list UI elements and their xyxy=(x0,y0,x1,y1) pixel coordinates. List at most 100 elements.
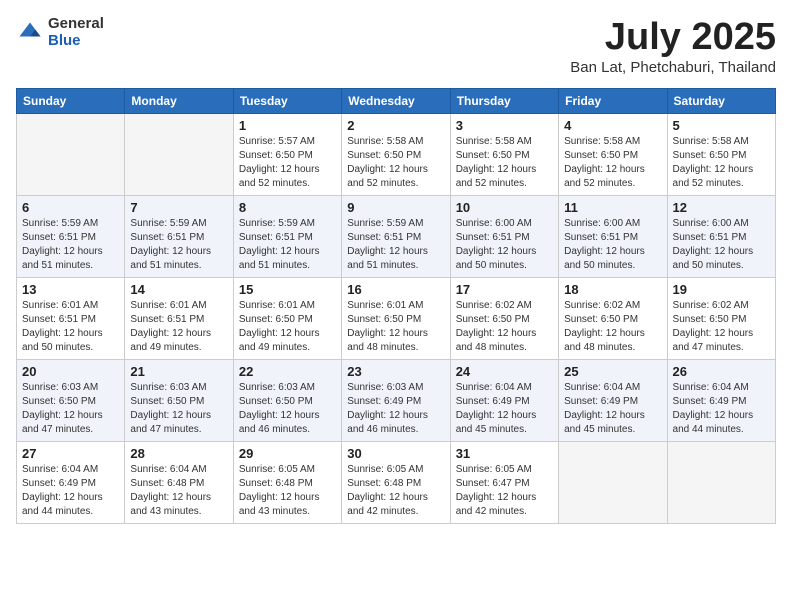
weekday-header: Monday xyxy=(125,89,233,114)
calendar-cell xyxy=(559,442,667,524)
day-info: Sunrise: 6:04 AMSunset: 6:48 PMDaylight:… xyxy=(130,463,227,519)
calendar-cell: 12Sunrise: 6:00 AMSunset: 6:51 PMDayligh… xyxy=(667,196,775,278)
calendar-cell: 17 Sunrise: 6:02 AMSunset: 6:50 PMDayligh… xyxy=(450,278,558,360)
calendar-cell: 31Sunrise: 6:05 AMSunset: 6:47 PMDayligh… xyxy=(450,442,558,524)
logo-text: General Blue xyxy=(48,16,104,49)
calendar-cell: 25 Sunrise: 6:04 AMSunset: 6:49 PMDayligh… xyxy=(559,360,667,442)
day-number: 15 xyxy=(239,282,336,297)
calendar-cell: 24 Sunrise: 6:04 AMSunset: 6:49 PMDayligh… xyxy=(450,360,558,442)
day-info: Sunrise: 6:02 AMSunset: 6:50 PMDaylight:… xyxy=(564,299,661,355)
calendar-cell: 6 Sunrise: 5:59 AMSunset: 6:51 PMDaylight… xyxy=(17,196,125,278)
calendar-cell: 18 Sunrise: 6:02 AMSunset: 6:50 PMDayligh… xyxy=(559,278,667,360)
weekday-header: Thursday xyxy=(450,89,558,114)
day-number: 10 xyxy=(456,200,553,215)
weekday-header: Sunday xyxy=(17,89,125,114)
day-number: 9 xyxy=(347,200,444,215)
weekday-header: Friday xyxy=(559,89,667,114)
day-number: 29 xyxy=(239,446,336,461)
calendar-cell: 21Sunrise: 6:03 AMSunset: 6:50 PMDayligh… xyxy=(125,360,233,442)
day-number: 26 xyxy=(673,364,770,379)
calendar-cell: 19 Sunrise: 6:02 AMSunset: 6:50 PMDayligh… xyxy=(667,278,775,360)
day-number: 20 xyxy=(22,364,119,379)
day-info: Sunrise: 5:59 AMSunset: 6:51 PMDaylight:… xyxy=(347,217,444,273)
day-number: 4 xyxy=(564,118,661,133)
day-number: 19 xyxy=(673,282,770,297)
day-info: Sunrise: 5:58 AMSunset: 6:50 PMDaylight:… xyxy=(347,135,444,191)
day-number: 1 xyxy=(239,118,336,133)
day-info: Sunrise: 5:58 AMSunset: 6:50 PMDaylight:… xyxy=(456,135,553,191)
day-number: 5 xyxy=(673,118,770,133)
calendar-cell: 4 Sunrise: 5:58 AMSunset: 6:50 PMDaylight… xyxy=(559,114,667,196)
day-number: 13 xyxy=(22,282,119,297)
day-number: 17 xyxy=(456,282,553,297)
title-block: July 2025 Ban Lat, Phetchaburi, Thailand xyxy=(570,16,776,76)
day-number: 2 xyxy=(347,118,444,133)
main-title: July 2025 xyxy=(570,16,776,59)
day-info: Sunrise: 6:01 AMSunset: 6:51 PMDaylight:… xyxy=(130,299,227,355)
day-info: Sunrise: 6:03 AMSunset: 6:50 PMDaylight:… xyxy=(22,381,119,437)
calendar-cell: 9 Sunrise: 5:59 AMSunset: 6:51 PMDaylight… xyxy=(342,196,450,278)
calendar-cell: 22 Sunrise: 6:03 AMSunset: 6:50 PMDayligh… xyxy=(233,360,341,442)
day-number: 7 xyxy=(130,200,227,215)
calendar-cell: 30 Sunrise: 6:05 AMSunset: 6:48 PMDayligh… xyxy=(342,442,450,524)
page-header: General Blue July 2025 Ban Lat, Phetchab… xyxy=(16,16,776,76)
calendar-cell: 23 Sunrise: 6:03 AMSunset: 6:49 PMDayligh… xyxy=(342,360,450,442)
day-info: Sunrise: 6:01 AMSunset: 6:50 PMDaylight:… xyxy=(239,299,336,355)
day-number: 27 xyxy=(22,446,119,461)
calendar-cell: 29 Sunrise: 6:05 AMSunset: 6:48 PMDayligh… xyxy=(233,442,341,524)
day-number: 18 xyxy=(564,282,661,297)
weekday-header: Saturday xyxy=(667,89,775,114)
calendar-cell: 26Sunrise: 6:04 AMSunset: 6:49 PMDayligh… xyxy=(667,360,775,442)
logo-blue-text: Blue xyxy=(48,33,104,50)
day-info: Sunrise: 6:00 AMSunset: 6:51 PMDaylight:… xyxy=(564,217,661,273)
day-number: 11 xyxy=(564,200,661,215)
day-number: 25 xyxy=(564,364,661,379)
calendar-cell xyxy=(17,114,125,196)
day-info: Sunrise: 5:58 AMSunset: 6:50 PMDaylight:… xyxy=(564,135,661,191)
day-number: 24 xyxy=(456,364,553,379)
day-info: Sunrise: 5:59 AMSunset: 6:51 PMDaylight:… xyxy=(130,217,227,273)
day-info: Sunrise: 6:01 AMSunset: 6:50 PMDaylight:… xyxy=(347,299,444,355)
day-info: Sunrise: 6:04 AMSunset: 6:49 PMDaylight:… xyxy=(22,463,119,519)
logo: General Blue xyxy=(16,16,104,49)
calendar-cell: 10 Sunrise: 6:00 AMSunset: 6:51 PMDayligh… xyxy=(450,196,558,278)
calendar-cell: 16 Sunrise: 6:01 AMSunset: 6:50 PMDayligh… xyxy=(342,278,450,360)
calendar-cell: 14Sunrise: 6:01 AMSunset: 6:51 PMDayligh… xyxy=(125,278,233,360)
day-info: Sunrise: 6:04 AMSunset: 6:49 PMDaylight:… xyxy=(564,381,661,437)
day-number: 6 xyxy=(22,200,119,215)
day-info: Sunrise: 5:59 AMSunset: 6:51 PMDaylight:… xyxy=(239,217,336,273)
day-info: Sunrise: 6:05 AMSunset: 6:48 PMDaylight:… xyxy=(239,463,336,519)
day-info: Sunrise: 6:03 AMSunset: 6:50 PMDaylight:… xyxy=(239,381,336,437)
day-number: 28 xyxy=(130,446,227,461)
sub-title: Ban Lat, Phetchaburi, Thailand xyxy=(570,59,776,76)
day-info: Sunrise: 6:05 AMSunset: 6:48 PMDaylight:… xyxy=(347,463,444,519)
calendar-cell: 7 Sunrise: 5:59 AMSunset: 6:51 PMDaylight… xyxy=(125,196,233,278)
calendar-cell xyxy=(125,114,233,196)
calendar-cell: 20 Sunrise: 6:03 AMSunset: 6:50 PMDayligh… xyxy=(17,360,125,442)
calendar-week-row: 20 Sunrise: 6:03 AMSunset: 6:50 PMDayligh… xyxy=(17,360,776,442)
day-number: 21 xyxy=(130,364,227,379)
day-number: 16 xyxy=(347,282,444,297)
day-number: 22 xyxy=(239,364,336,379)
day-info: Sunrise: 5:58 AMSunset: 6:50 PMDaylight:… xyxy=(673,135,770,191)
calendar-week-row: 6 Sunrise: 5:59 AMSunset: 6:51 PMDaylight… xyxy=(17,196,776,278)
calendar-header-row: SundayMondayTuesdayWednesdayThursdayFrid… xyxy=(17,89,776,114)
day-info: Sunrise: 6:00 AMSunset: 6:51 PMDaylight:… xyxy=(456,217,553,273)
calendar-cell xyxy=(667,442,775,524)
calendar-cell: 8Sunrise: 5:59 AMSunset: 6:51 PMDaylight… xyxy=(233,196,341,278)
day-number: 23 xyxy=(347,364,444,379)
day-number: 30 xyxy=(347,446,444,461)
calendar-table: SundayMondayTuesdayWednesdayThursdayFrid… xyxy=(16,88,776,524)
calendar-cell: 27 Sunrise: 6:04 AMSunset: 6:49 PMDayligh… xyxy=(17,442,125,524)
day-info: Sunrise: 6:03 AMSunset: 6:49 PMDaylight:… xyxy=(347,381,444,437)
weekday-header: Tuesday xyxy=(233,89,341,114)
day-info: Sunrise: 6:02 AMSunset: 6:50 PMDaylight:… xyxy=(456,299,553,355)
calendar-week-row: 27 Sunrise: 6:04 AMSunset: 6:49 PMDayligh… xyxy=(17,442,776,524)
calendar-cell: 28 Sunrise: 6:04 AMSunset: 6:48 PMDayligh… xyxy=(125,442,233,524)
calendar-week-row: 13 Sunrise: 6:01 AMSunset: 6:51 PMDayligh… xyxy=(17,278,776,360)
logo-general: General xyxy=(48,16,104,33)
day-info: Sunrise: 6:04 AMSunset: 6:49 PMDaylight:… xyxy=(456,381,553,437)
day-info: Sunrise: 6:02 AMSunset: 6:50 PMDaylight:… xyxy=(673,299,770,355)
day-info: Sunrise: 5:59 AMSunset: 6:51 PMDaylight:… xyxy=(22,217,119,273)
day-info: Sunrise: 6:05 AMSunset: 6:47 PMDaylight:… xyxy=(456,463,553,519)
